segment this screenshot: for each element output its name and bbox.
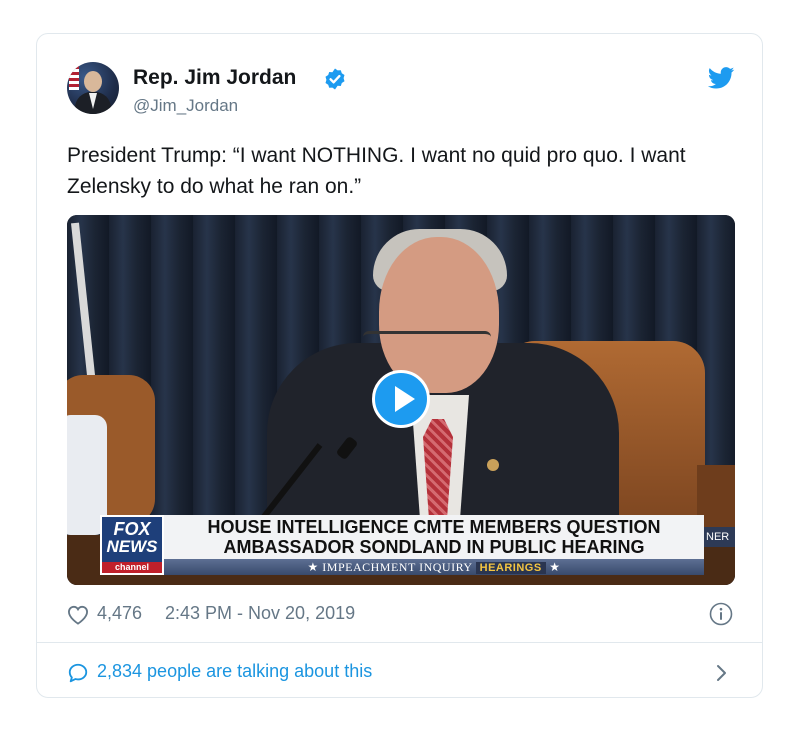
talking-link[interactable]: 2,834 people are talking about this xyxy=(97,661,372,682)
verified-badge-icon xyxy=(325,68,345,90)
chyron-headline: HOUSE INTELLIGENCE CMTE MEMBERS QUESTION… xyxy=(164,515,704,559)
author-name[interactable]: Rep. Jim Jordan xyxy=(133,66,296,90)
chevron-right-icon[interactable] xyxy=(714,664,728,682)
chyron-highlight: HEARINGS xyxy=(475,562,546,574)
play-icon[interactable] xyxy=(372,370,430,428)
chyron-subline: ★ IMPEACHMENT INQUIRY HEARINGS ★ xyxy=(164,559,704,575)
video-player[interactable]: FOX NEWS channel HOUSE INTELLIGENCE CMTE… xyxy=(67,215,735,585)
tweet-text: President Trump: “I want NOTHING. I want… xyxy=(67,144,686,198)
fox-news-logo: FOX NEWS channel xyxy=(100,515,164,575)
like-count[interactable]: 4,476 xyxy=(97,603,142,624)
author-handle[interactable]: @Jim_Jordan xyxy=(133,96,238,116)
comment-bubble-icon[interactable] xyxy=(67,662,89,684)
info-icon[interactable] xyxy=(709,602,733,626)
divider xyxy=(37,642,762,643)
heart-icon[interactable] xyxy=(67,605,89,625)
chyron-edge-text: NER xyxy=(704,527,735,547)
twitter-bird-icon[interactable] xyxy=(708,67,735,89)
timestamp[interactable]: 2:43 PM - Nov 20, 2019 xyxy=(165,603,355,624)
tweet-card: Rep. Jim Jordan @Jim_Jordan President Tr… xyxy=(36,33,763,698)
avatar[interactable] xyxy=(67,62,119,114)
